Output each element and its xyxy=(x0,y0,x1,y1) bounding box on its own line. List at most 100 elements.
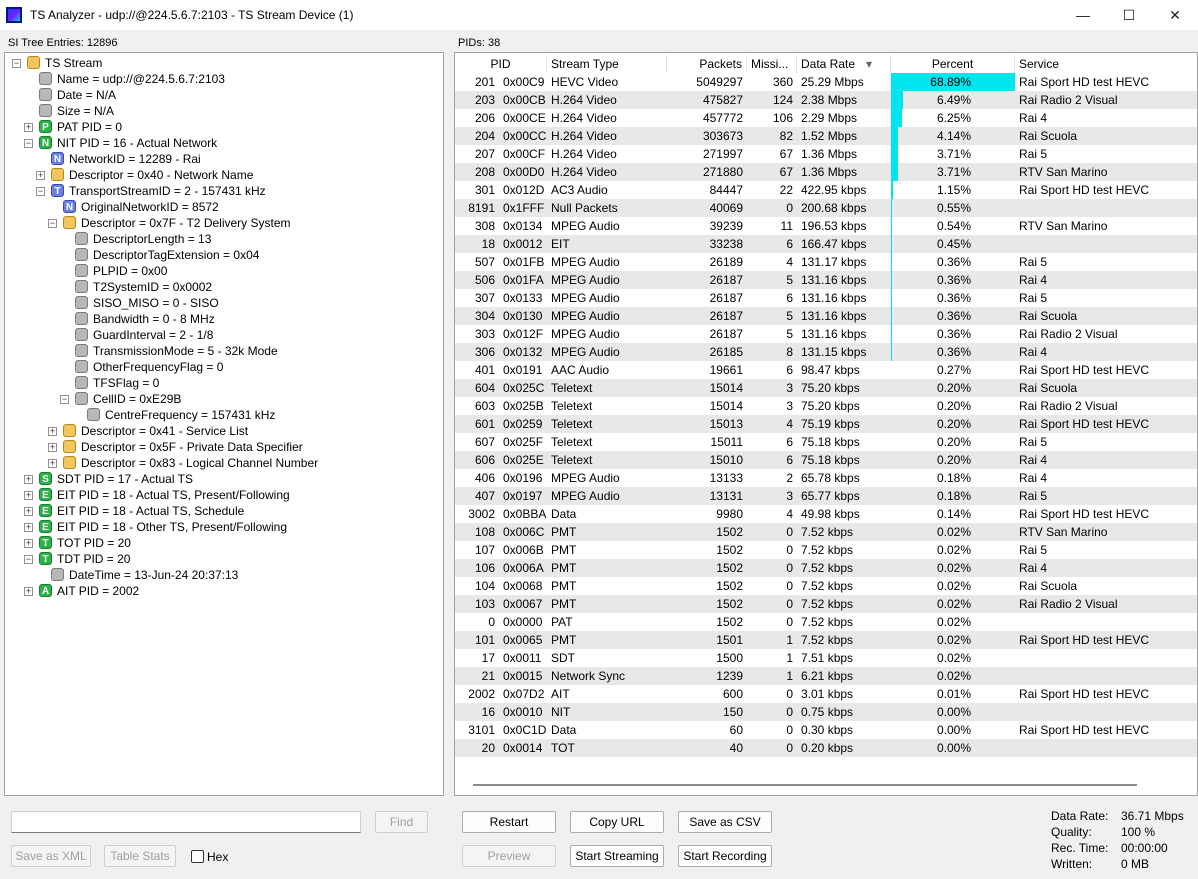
collapse-icon[interactable]: − xyxy=(12,59,21,68)
collapse-icon[interactable]: − xyxy=(60,395,69,404)
table-row[interactable]: 206 0x00CE H.264 Video 457772 106 2.29 Mbps 6.… xyxy=(455,109,1197,127)
table-row[interactable]: 607 0x025F Teletext 15011 6 75.18 kbps 0.20% Ra… xyxy=(455,433,1197,451)
table-row[interactable]: 406 0x0196 MPEG Audio 13133 2 65.78 kbps 0.18%… xyxy=(455,469,1197,487)
table-row[interactable]: 203 0x00CB H.264 Video 475827 124 2.38 Mbps 6.… xyxy=(455,91,1197,109)
table-row[interactable]: 18 0x0012 EIT 33238 6 166.47 kbps 0.45% xyxy=(455,235,1197,253)
table-row[interactable]: 207 0x00CF H.264 Video 271997 67 1.36 Mbps 3.7… xyxy=(455,145,1197,163)
tree-node[interactable]: GuardInterval = 2 - 1/8 xyxy=(5,327,443,343)
tree-node[interactable]: SISO_MISO = 0 - SISO xyxy=(5,295,443,311)
table-row[interactable]: 308 0x0134 MPEG Audio 39239 11 196.53 kbps 0.5… xyxy=(455,217,1197,235)
expand-icon[interactable]: + xyxy=(24,587,33,596)
tree-node[interactable]: − CellID = 0xE29B xyxy=(5,391,443,407)
table-row[interactable]: 606 0x025E Teletext 15010 6 75.18 kbps 0.20% Ra… xyxy=(455,451,1197,469)
restart-button[interactable]: Restart xyxy=(462,811,556,833)
expand-icon[interactable]: + xyxy=(24,523,33,532)
tree-node[interactable]: Date = N/A xyxy=(5,87,443,103)
copy-url-button[interactable]: Copy URL xyxy=(570,811,664,833)
maximize-button[interactable]: ☐ xyxy=(1106,0,1152,30)
tree-node[interactable]: + P PAT PID = 0 xyxy=(5,119,443,135)
tree-node[interactable]: − Descriptor = 0x7F - T2 Delivery System xyxy=(5,215,443,231)
preview-button[interactable]: Preview xyxy=(462,845,556,867)
tree-node[interactable]: TFSFlag = 0 xyxy=(5,375,443,391)
table-row[interactable]: 0 0x0000 PAT 1502 0 7.52 kbps 0.02% xyxy=(455,613,1197,631)
tree-node[interactable]: Name = udp://@224.5.6.7:2103 xyxy=(5,71,443,87)
column-header-packets[interactable]: Packets xyxy=(667,55,747,73)
expand-icon[interactable]: + xyxy=(24,475,33,484)
table-row[interactable]: 2002 0x07D2 AIT 600 0 3.01 kbps 0.01% Rai Sport… xyxy=(455,685,1197,703)
expand-icon[interactable]: + xyxy=(24,123,33,132)
hex-checkbox[interactable] xyxy=(191,850,204,863)
tree-node[interactable]: TransmissionMode = 5 - 32k Mode xyxy=(5,343,443,359)
table-stats-button[interactable]: Table Stats xyxy=(104,845,176,867)
table-row[interactable]: 603 0x025B Teletext 15014 3 75.20 kbps 0.20% Ra… xyxy=(455,397,1197,415)
expand-icon[interactable]: + xyxy=(48,443,57,452)
table-row[interactable]: 16 0x0010 NIT 150 0 0.75 kbps 0.00% xyxy=(455,703,1197,721)
tree-node[interactable]: CentreFrequency = 157431 kHz xyxy=(5,407,443,423)
tree-node[interactable]: + S SDT PID = 17 - Actual TS xyxy=(5,471,443,487)
pid-table[interactable]: PID Stream Type Packets Missi... Data Ra… xyxy=(454,52,1198,796)
table-row[interactable]: 101 0x0065 PMT 1501 1 7.52 kbps 0.02% Rai Sport… xyxy=(455,631,1197,649)
table-row[interactable]: 301 0x012D AC3 Audio 84447 22 422.95 kbps 1.15… xyxy=(455,181,1197,199)
tree-node[interactable]: DescriptorLength = 13 xyxy=(5,231,443,247)
tree-node[interactable]: Bandwidth = 0 - 8 MHz xyxy=(5,311,443,327)
start-recording-button[interactable]: Start Recording xyxy=(678,845,772,867)
tree-node[interactable]: − T TransportStreamID = 2 - 157431 kHz xyxy=(5,183,443,199)
table-row[interactable]: 506 0x01FA MPEG Audio 26187 5 131.16 kbps 0.36… xyxy=(455,271,1197,289)
expand-icon[interactable]: + xyxy=(24,507,33,516)
column-header-stream-type[interactable]: Stream Type xyxy=(547,55,667,73)
tree-node[interactable]: OtherFrequencyFlag = 0 xyxy=(5,359,443,375)
table-row[interactable]: 106 0x006A PMT 1502 0 7.52 kbps 0.02% Rai 4 xyxy=(455,559,1197,577)
collapse-icon[interactable]: − xyxy=(24,555,33,564)
tree-node[interactable]: + A AIT PID = 2002 xyxy=(5,583,443,599)
expand-icon[interactable]: + xyxy=(36,171,45,180)
tree-node[interactable]: T2SystemID = 0x0002 xyxy=(5,279,443,295)
tree-node[interactable]: + E EIT PID = 18 - Other TS, Present/Follo… xyxy=(5,519,443,535)
tree-node[interactable]: DateTime = 13-Jun-24 20:37:13 xyxy=(5,567,443,583)
tree-node[interactable]: − TS Stream xyxy=(5,55,443,71)
column-header-missing[interactable]: Missi... xyxy=(747,55,797,73)
table-row[interactable]: 401 0x0191 AAC Audio 19661 6 98.47 kbps 0.27% R… xyxy=(455,361,1197,379)
table-row[interactable]: 3002 0x0BBA Data 9980 4 49.98 kbps 0.14% Rai Sp… xyxy=(455,505,1197,523)
table-row[interactable]: 507 0x01FB MPEG Audio 26189 4 131.17 kbps 0.36… xyxy=(455,253,1197,271)
table-row[interactable]: 17 0x0011 SDT 1500 1 7.51 kbps 0.02% xyxy=(455,649,1197,667)
tree-node[interactable]: + Descriptor = 0x41 - Service List xyxy=(5,423,443,439)
table-row[interactable]: 601 0x0259 Teletext 15013 4 75.19 kbps 0.20% Ra… xyxy=(455,415,1197,433)
table-row[interactable]: 107 0x006B PMT 1502 0 7.52 kbps 0.02% Rai 5 xyxy=(455,541,1197,559)
column-header-pid[interactable]: PID xyxy=(455,55,547,73)
tree-node[interactable]: Size = N/A xyxy=(5,103,443,119)
table-row[interactable]: 204 0x00CC H.264 Video 303673 82 1.52 Mbps 4.1… xyxy=(455,127,1197,145)
collapse-icon[interactable]: − xyxy=(48,219,57,228)
column-header-service[interactable]: Service xyxy=(1015,55,1197,73)
tree-node[interactable]: − N NIT PID = 16 - Actual Network xyxy=(5,135,443,151)
tree-node[interactable]: + E EIT PID = 18 - Actual TS, Present/Foll… xyxy=(5,487,443,503)
table-row[interactable]: 21 0x0015 Network Sync 1239 1 6.21 kbps 0.02% xyxy=(455,667,1197,685)
table-row[interactable]: 303 0x012F MPEG Audio 26187 5 131.16 kbps 0.36… xyxy=(455,325,1197,343)
close-button[interactable]: ✕ xyxy=(1152,0,1198,30)
find-button[interactable]: Find xyxy=(375,811,428,833)
tree-node[interactable]: PLPID = 0x00 xyxy=(5,263,443,279)
table-row[interactable]: 3101 0x0C1D Data 60 0 0.30 kbps 0.00% Rai Sport… xyxy=(455,721,1197,739)
tree-node[interactable]: + Descriptor = 0x83 - Logical Channel Num… xyxy=(5,455,443,471)
start-streaming-button[interactable]: Start Streaming xyxy=(570,845,664,867)
si-tree[interactable]: − TS Stream Name = udp://@224.5.6.7:2103 Da… xyxy=(4,52,444,796)
table-row[interactable]: 304 0x0130 MPEG Audio 26187 5 131.16 kbps 0.36… xyxy=(455,307,1197,325)
expand-icon[interactable]: + xyxy=(48,459,57,468)
tree-node[interactable]: + Descriptor = 0x40 - Network Name xyxy=(5,167,443,183)
tree-node[interactable]: + E EIT PID = 18 - Actual TS, Schedule xyxy=(5,503,443,519)
table-row[interactable]: 103 0x0067 PMT 1502 0 7.52 kbps 0.02% Rai Radio… xyxy=(455,595,1197,613)
tree-node[interactable]: N NetworkID = 12289 - Rai xyxy=(5,151,443,167)
tree-node[interactable]: DescriptorTagExtension = 0x04 xyxy=(5,247,443,263)
expand-icon[interactable]: + xyxy=(24,539,33,548)
table-row[interactable]: 8191 0x1FFF Null Packets 40069 0 200.68 kbps 0… xyxy=(455,199,1197,217)
table-row[interactable]: 108 0x006C PMT 1502 0 7.52 kbps 0.02% RTV San M… xyxy=(455,523,1197,541)
table-row[interactable]: 201 0x00C9 HEVC Video 5049297 360 25.29 Mbps 6… xyxy=(455,73,1197,91)
table-row[interactable]: 307 0x0133 MPEG Audio 26187 6 131.16 kbps 0.36… xyxy=(455,289,1197,307)
collapse-icon[interactable]: − xyxy=(24,139,33,148)
tree-node[interactable]: N OriginalNetworkID = 8572 xyxy=(5,199,443,215)
column-header-data-rate[interactable]: Data Rate ▾ xyxy=(797,55,891,73)
horizontal-scrollbar[interactable] xyxy=(473,784,1137,786)
table-row[interactable]: 604 0x025C Teletext 15014 3 75.20 kbps 0.20% Ra… xyxy=(455,379,1197,397)
save-as-xml-button[interactable]: Save as XML xyxy=(11,845,91,867)
column-header-percent[interactable]: Percent xyxy=(891,55,1015,73)
table-row[interactable]: 306 0x0132 MPEG Audio 26185 8 131.15 kbps 0.36… xyxy=(455,343,1197,361)
